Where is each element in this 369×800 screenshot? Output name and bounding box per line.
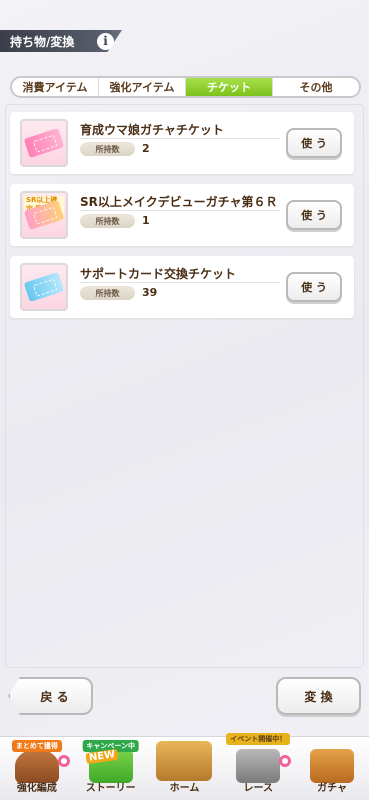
nav-story[interactable]: キャンペーン中 NEW ストーリー	[74, 737, 148, 800]
divider	[80, 210, 280, 211]
blue-ticket-icon	[20, 263, 68, 311]
character-icon	[14, 749, 59, 783]
nav-label: 強化編成	[16, 783, 57, 794]
item-list: 育成ウマ娘ガチャチケット 所持数 2 使 う SR以上確定 第６R SR以上メイ…	[10, 112, 354, 328]
tab-enhance-items[interactable]: 強化アイテム	[99, 78, 186, 96]
info-icon[interactable]: i	[97, 33, 114, 50]
list-item: SR以上確定 第６R SR以上メイクデビューガチャ第６Ｒ 所持数 1 使 う	[10, 184, 354, 246]
nav-label: レース	[243, 783, 274, 794]
use-button[interactable]: 使 う	[286, 272, 342, 302]
owned-count: 2	[142, 142, 150, 155]
use-button[interactable]: 使 う	[286, 128, 342, 158]
owned-count: 1	[142, 214, 150, 227]
bottom-nav: まとめて獲得 強化編成 キャンペーン中 NEW ストーリー ホーム イベント開催…	[0, 733, 369, 800]
use-button[interactable]: 使 う	[286, 200, 342, 230]
tab-tickets[interactable]: チケット	[186, 78, 273, 96]
notification-icon	[279, 755, 292, 767]
exchange-button[interactable]: 変 換	[276, 677, 361, 715]
owned-label: 所持数	[80, 214, 135, 228]
divider	[80, 282, 280, 283]
category-tabs: 消費アイテム 強化アイテム チケット その他	[10, 76, 361, 98]
pink-ticket-icon	[20, 119, 68, 167]
gacha-gate-icon	[310, 749, 355, 783]
tab-consumable-items[interactable]: 消費アイテム	[12, 78, 99, 96]
nav-tag: まとめて獲得	[11, 740, 62, 752]
nav-gacha[interactable]: ガチャ	[295, 737, 369, 800]
tab-other[interactable]: その他	[273, 78, 359, 96]
nav-label: ホーム	[169, 783, 200, 794]
notification-icon	[57, 755, 70, 767]
nav-label: ストーリー	[85, 783, 136, 794]
nav-race[interactable]: イベント開催中！ レース	[221, 733, 295, 800]
item-name: サポートカード交換チケット	[80, 267, 237, 281]
nav-label: ガチャ	[317, 783, 348, 794]
nav-home[interactable]: ホーム	[148, 737, 222, 800]
item-name: 育成ウマ娘ガチャチケット	[80, 123, 224, 137]
back-button[interactable]: 戻 る	[8, 677, 93, 715]
list-item: サポートカード交換チケット 所持数 39 使 う	[10, 256, 354, 318]
divider	[80, 138, 280, 139]
nav-enhance-formation[interactable]: まとめて獲得 強化編成	[0, 737, 74, 800]
owned-label: 所持数	[80, 286, 135, 300]
owned-label: 所持数	[80, 142, 135, 156]
sr-ticket-icon: SR以上確定 第６R	[20, 191, 68, 239]
home-building-icon	[156, 741, 213, 781]
racetrack-icon	[236, 749, 281, 783]
list-item: 育成ウマ娘ガチャチケット 所持数 2 使 う	[10, 112, 354, 174]
page-title: 持ち物/変換	[10, 34, 75, 49]
owned-count: 39	[142, 286, 158, 299]
item-name: SR以上メイクデビューガチャ第６Ｒ	[80, 195, 278, 209]
nav-tag: イベント開催中！	[226, 733, 291, 745]
